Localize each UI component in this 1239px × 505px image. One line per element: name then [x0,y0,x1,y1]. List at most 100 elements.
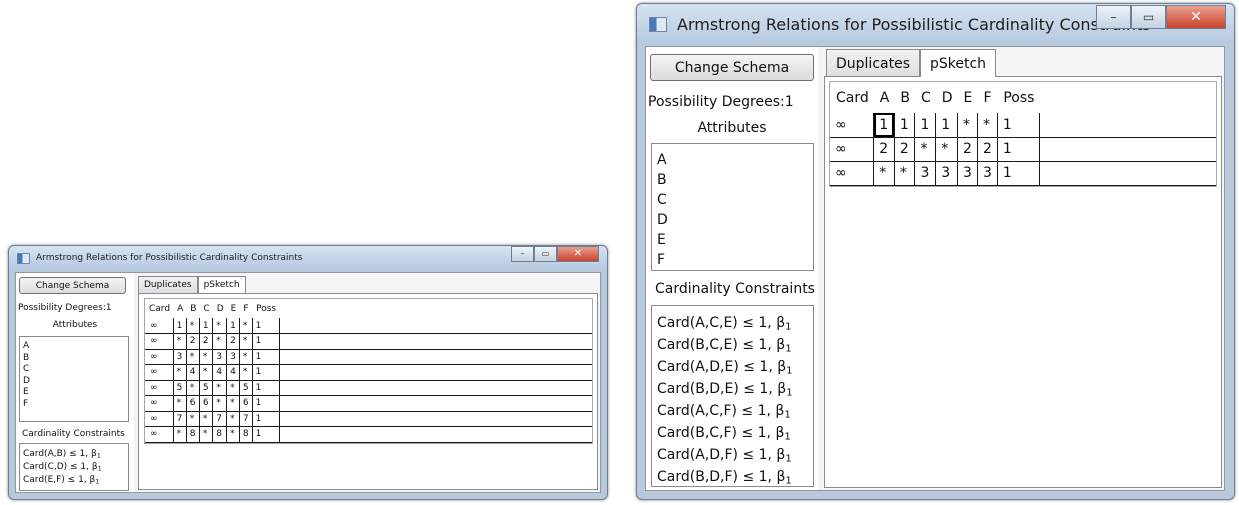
card-cell[interactable]: ∞ [145,426,174,443]
constraint-item[interactable]: Card(E,F) ≤ 1, β1 [23,474,128,487]
grid-cell[interactable]: * [212,318,227,334]
table-row[interactable]: ∞ * 6 6 * * 6 1 [145,395,592,412]
grid-cell[interactable]: * [212,333,227,350]
grid-cell[interactable]: * [976,113,998,138]
table-row[interactable]: ∞ 1 1 1 1 * * 1 [830,113,1216,138]
grid-cell[interactable]: 6 [238,395,253,412]
table-row[interactable]: ∞ * 2 2 * 2 * 1 [145,333,592,350]
grid-cell[interactable]: * [185,411,200,427]
constraints-list[interactable]: Card(A,B) ≤ 1, β1 Card(C,D) ≤ 1, β1 Card(E… [19,443,129,491]
maximize-icon[interactable]: ▭ [534,246,557,262]
title-bar[interactable]: Armstrong Relations for Possibilistic Ca… [9,246,607,270]
grid-cell[interactable]: 1 [172,318,187,334]
grid-cell[interactable]: 1 [251,333,280,350]
grid-cell[interactable]: 1 [226,318,240,334]
grid-cell[interactable]: * [238,349,253,365]
table-row[interactable]: ∞ * * 3 3 3 3 1 [830,161,1216,186]
grid-cell[interactable]: 5 [198,380,213,396]
attribute-item[interactable]: F [657,250,813,270]
grid-cell[interactable]: 5 [238,380,253,396]
grid-cell[interactable]: * [226,426,240,443]
grid-cell[interactable]: 2 [226,333,240,350]
column-header-poss[interactable]: Poss [997,82,1040,113]
grid-cell[interactable]: * [172,395,187,412]
grid-cell[interactable]: 8 [238,426,253,443]
column-header-card[interactable]: Card [145,299,174,318]
table-row[interactable]: ∞ 2 2 * * 2 2 1 [830,137,1216,162]
grid-cell[interactable]: * [185,380,200,396]
grid-cell[interactable]: 2 [198,333,213,350]
grid-cell[interactable]: * [212,380,227,396]
card-cell[interactable]: ∞ [830,137,874,162]
grid-cell[interactable]: * [185,318,200,334]
grid-cell[interactable]: * [172,426,187,443]
card-cell[interactable]: ∞ [145,333,174,350]
attribute-item[interactable]: B [23,353,128,365]
grid-cell[interactable]: 1 [251,380,280,396]
close-icon[interactable]: ✕ [557,246,599,262]
grid-cell[interactable]: * [172,333,187,350]
grid-cell[interactable]: 1 [935,113,958,138]
grid-cell[interactable]: 8 [185,426,200,443]
grid-cell[interactable]: * [226,411,240,427]
constraint-item[interactable]: Card(A,C,F) ≤ 1, β1 [657,400,813,422]
constraint-item[interactable]: Card(B,C,F) ≤ 1, β1 [657,422,813,444]
psketch-grid[interactable]: Card A B C D E F Poss ∞ 1 1 1 1 * * 1 ∞ 2 2 * * 2 2 1 ∞ * * 3 3 3 3 1 [829,81,1217,187]
grid-cell[interactable]: 1 [198,318,213,334]
minimize-icon[interactable]: – [511,246,534,262]
card-cell[interactable]: ∞ [145,380,174,396]
grid-cell[interactable]: 1 [251,364,280,381]
column-header-f[interactable]: F [239,299,253,318]
maximize-icon[interactable]: ▭ [1131,5,1166,29]
grid-cell[interactable]: 3 [935,161,958,186]
attribute-item[interactable]: F [23,399,128,411]
grid-cell[interactable]: 3 [976,161,998,186]
grid-cell[interactable]: 1 [251,426,280,443]
grid-cell[interactable]: 1 [996,137,1040,162]
column-header-a[interactable]: A [873,82,895,113]
column-header-c[interactable]: C [199,299,213,318]
constraint-item[interactable]: Card(B,C,E) ≤ 1, β1 [657,334,813,356]
grid-cell[interactable]: 4 [212,364,227,381]
grid-cell[interactable]: 1 [996,161,1040,186]
attribute-item[interactable]: D [657,210,813,230]
grid-cell[interactable]: 1 [251,411,280,427]
card-cell[interactable]: ∞ [830,161,874,186]
tab-duplicates[interactable]: Duplicates [138,276,198,293]
table-row[interactable]: ∞ 1 * 1 * 1 * 1 [145,318,592,334]
attribute-item[interactable]: A [23,341,128,353]
column-header-c[interactable]: C [914,82,936,113]
grid-cell[interactable]: 2 [185,333,200,350]
grid-cell[interactable]: 1 [893,113,915,138]
attribute-item[interactable]: E [23,387,128,399]
grid-cell[interactable]: 7 [238,411,253,427]
title-bar[interactable]: Armstrong Relations for Possibilistic Ca… [637,4,1234,44]
card-cell[interactable]: ∞ [145,364,174,381]
change-schema-button[interactable]: Change Schema [19,277,126,294]
attribute-item[interactable]: A [657,150,813,170]
column-header-d[interactable]: D [935,82,958,113]
attributes-list[interactable]: ABCDEF [651,143,814,271]
grid-cell[interactable]: 4 [185,364,200,381]
table-row[interactable]: ∞ 3 * * 3 3 * 1 [145,349,592,365]
grid-cell[interactable]: * [198,426,213,443]
column-header-d[interactable]: D [212,299,227,318]
constraint-item[interactable]: Card(B,D,F) ≤ 1, β1 [657,466,813,486]
grid-cell[interactable]: 2 [957,137,978,162]
card-cell[interactable]: ∞ [145,318,174,334]
grid-cell[interactable]: 3 [212,349,227,365]
card-cell[interactable]: ∞ [145,411,174,427]
close-icon[interactable]: ✕ [1166,5,1226,29]
grid-cell[interactable]: 1 [251,349,280,365]
grid-cell[interactable]: * [914,137,936,162]
column-header-e[interactable]: E [226,299,240,318]
grid-cell[interactable]: * [198,411,213,427]
card-cell[interactable]: ∞ [145,349,174,365]
constraint-item[interactable]: Card(A,D,F) ≤ 1, β1 [657,444,813,466]
grid-cell[interactable]: 5 [172,380,187,396]
grid-cell[interactable]: 1 [914,113,936,138]
change-schema-button[interactable]: Change Schema [650,54,814,81]
grid-cell[interactable]: 3 [957,161,978,186]
constraint-item[interactable]: Card(A,C,E) ≤ 1, β1 [657,312,813,334]
column-header-poss[interactable]: Poss [252,299,280,318]
